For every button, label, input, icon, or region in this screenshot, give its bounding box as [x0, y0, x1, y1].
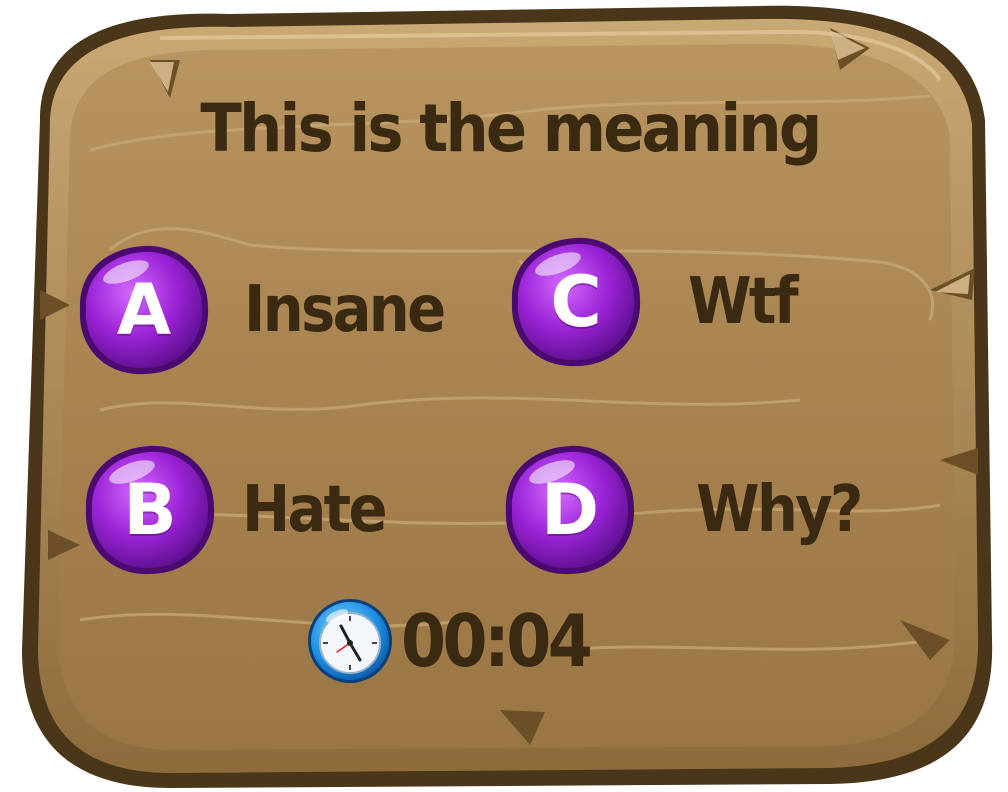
clock-icon [308, 599, 392, 683]
option-letter: B [123, 469, 177, 551]
option-letter: C [550, 261, 602, 343]
option-a-button[interactable]: A Insane [74, 240, 454, 380]
option-b-button[interactable]: B Hate [80, 440, 460, 580]
option-d-button[interactable]: D Why? [500, 440, 880, 580]
option-answer: Insane [244, 273, 446, 347]
quiz-board: This is the meaning A Insane B Hate C Wt… [0, 0, 1008, 792]
option-answer: Why? [696, 473, 863, 547]
option-answer: Hate [242, 473, 388, 547]
option-letter: A [116, 269, 172, 351]
timer-value: 00:04 [401, 599, 593, 683]
option-answer: Wtf [688, 265, 799, 339]
option-c-button[interactable]: C Wtf [506, 232, 846, 372]
option-letter: D [540, 469, 600, 551]
question-text: This is the meaning [200, 90, 822, 167]
